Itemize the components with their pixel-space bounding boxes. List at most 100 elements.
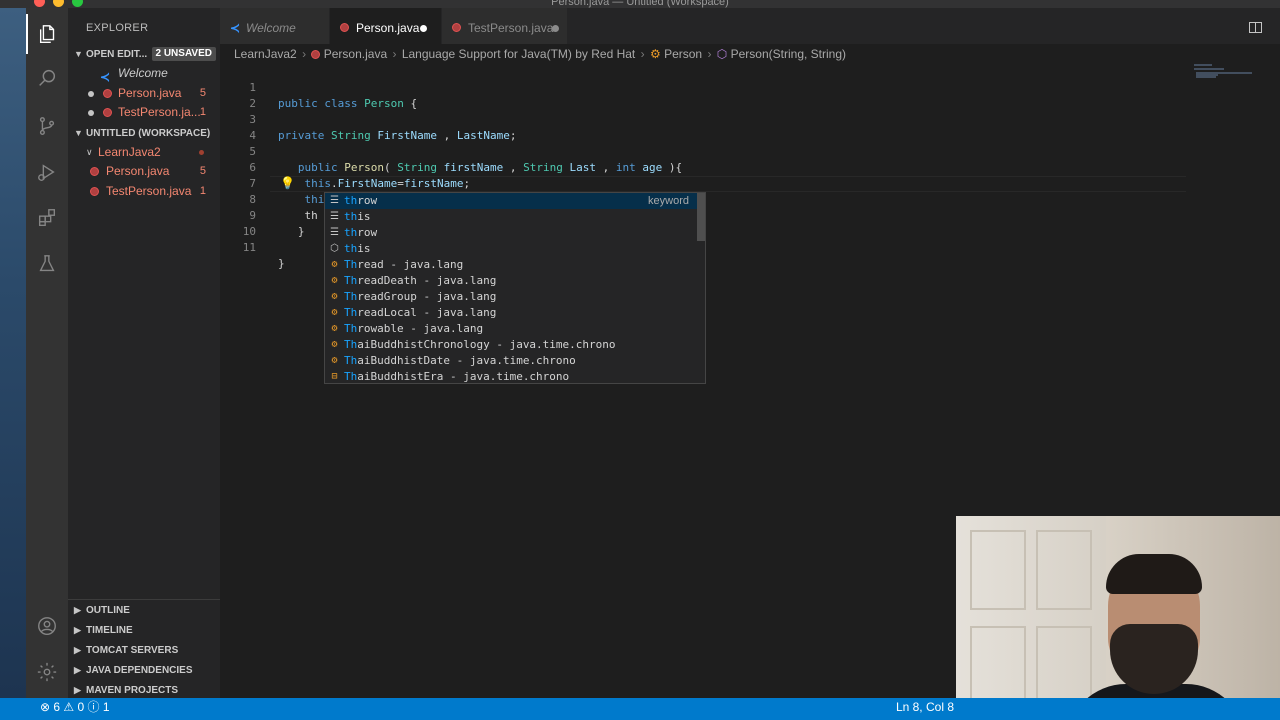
breadcrumb-item[interactable]: Person <box>664 47 702 61</box>
file-label: Person.java <box>106 164 170 178</box>
modified-dot-icon[interactable] <box>420 25 427 32</box>
code-line-8: 8 th <box>220 176 1180 222</box>
open-editor-label: Welcome <box>118 66 168 80</box>
open-editor-label: TestPerson.ja... <box>118 105 201 119</box>
desktop-background <box>0 8 26 698</box>
modified-dot-icon <box>88 90 94 97</box>
java-icon <box>90 167 99 176</box>
suggestion-label: this <box>344 210 371 223</box>
editor-tabs: ≺ Welcome Person.java TestPerson.java <box>220 8 1280 44</box>
open-editors-section[interactable]: ▼ OPEN EDIT... 2 UNSAVED <box>68 44 220 64</box>
suggestion-label: ThreadLocal - java.lang <box>344 306 497 319</box>
class-icon: ⚙ <box>331 259 338 270</box>
folder-learnjava2[interactable]: ∨ LearnJava2 <box>68 143 220 163</box>
unsaved-badge: 2 UNSAVED <box>151 47 216 61</box>
breadcrumb-item[interactable]: Person(String, String) <box>731 47 846 61</box>
class-icon: ⚙ <box>331 339 338 350</box>
chevron-right-icon: › <box>392 47 397 61</box>
suggestion-label: throw <box>344 226 378 239</box>
bottom-sections: ▶ OUTLINE ▶ TIMELINE ▶ TOMCAT SERVERS ▶ JAVA… <box>68 599 220 700</box>
account-icon[interactable] <box>26 606 68 646</box>
breadcrumb-item[interactable]: Language Support for Java(TM) by Red Hat <box>402 47 635 61</box>
settings-gear-icon[interactable] <box>26 652 68 692</box>
breadcrumb-item[interactable]: LearnJava2 <box>234 47 297 61</box>
folder-error-dot-icon <box>199 149 204 155</box>
suggestion-item[interactable]: ⚙ Thread - java.lang <box>325 257 697 273</box>
explorer-header: EXPLORER <box>86 22 149 34</box>
split-editor-icon[interactable] <box>1249 22 1262 33</box>
section-label: TOMCAT SERVERS <box>86 645 179 656</box>
testing-icon[interactable] <box>26 244 68 284</box>
tab-label: Welcome <box>246 21 296 35</box>
tab-person-java[interactable]: Person.java <box>330 8 442 44</box>
activity-bar <box>26 8 68 698</box>
explorer-icon[interactable] <box>26 14 68 54</box>
suggestion-item[interactable]: ⚙ ThreadDeath - java.lang <box>325 273 697 289</box>
suggestion-item[interactable]: ⚙ ThreadGroup - java.lang <box>325 289 697 305</box>
timeline-section[interactable]: ▶ TIMELINE <box>68 620 220 640</box>
code-line-3: 3 private String FirstName , LastName; <box>220 96 1180 142</box>
file-person[interactable]: Person.java 5 <box>68 162 220 182</box>
keyword-icon: ⬡ <box>330 243 339 254</box>
run-debug-icon[interactable] <box>26 152 68 192</box>
tomcat-servers-section[interactable]: ▶ TOMCAT SERVERS <box>68 640 220 660</box>
suggestion-scrollbar[interactable] <box>697 193 705 241</box>
window-title: Person.java — Untitled (Workspace) <box>551 0 729 8</box>
minimap[interactable] <box>1194 64 1280 104</box>
class-icon: ⚙ <box>331 355 338 366</box>
class-icon: ⚙ <box>331 323 338 334</box>
open-editor-testperson[interactable]: TestPerson.ja... 1 <box>68 103 220 123</box>
search-icon[interactable] <box>26 58 68 98</box>
chevron-right-icon: ▶ <box>74 605 81 615</box>
suggestion-item[interactable]: ⬡ this <box>325 241 697 257</box>
maven-projects-section[interactable]: ▶ MAVEN PROJECTS <box>68 680 220 700</box>
code-line-5: 5 public Person( String firstName , Stri… <box>220 128 1180 174</box>
folder-label: LearnJava2 <box>98 144 161 159</box>
code-line-7: 7 this.LastName = Last; <box>220 160 1180 206</box>
cursor-position[interactable]: Ln 8, Col 8 <box>896 699 954 715</box>
problem-count: 1 <box>199 106 206 118</box>
suggestion-label: Thread - java.lang <box>344 258 464 271</box>
lightbulb-icon[interactable]: 💡 <box>280 176 295 190</box>
extensions-icon[interactable] <box>26 198 68 238</box>
class-icon: ⚙ <box>331 291 338 302</box>
file-testperson[interactable]: TestPerson.java 1 <box>68 182 220 202</box>
java-icon <box>340 23 349 32</box>
suggestion-label: ThaiBuddhistEra - java.time.chrono <box>344 370 570 383</box>
line-number: 11 <box>242 241 256 254</box>
suggestion-item[interactable]: ☰ this <box>325 209 697 225</box>
suggestion-item[interactable]: ⊟ ThaiBuddhistEra - java.time.chrono <box>325 369 697 385</box>
suggestion-label: ThreadGroup - java.lang <box>344 290 497 303</box>
chevron-down-icon: ▼ <box>74 49 83 59</box>
suggestion-item[interactable]: ⚙ ThaiBuddhistDate - java.time.chrono <box>325 353 697 369</box>
explorer-sidebar: EXPLORER ▼ OPEN EDIT... 2 UNSAVED ≺ Welco… <box>68 8 220 698</box>
modified-dot-icon <box>88 110 94 116</box>
open-editor-welcome[interactable]: ≺ Welcome <box>68 64 220 84</box>
java-icon <box>90 186 99 196</box>
chevron-down-icon: ∨ <box>86 146 93 157</box>
suggestion-detail: keyword <box>648 195 689 207</box>
suggestion-item[interactable]: ☰ throw keyword <box>325 193 697 209</box>
chevron-right-icon: › <box>640 47 645 61</box>
problems-status[interactable]: ⊗ 6 ⚠ 0 ⓘ 1 <box>40 699 110 715</box>
tab-testperson-java[interactable]: TestPerson.java <box>442 8 568 44</box>
section-label: TIMELINE <box>86 625 133 636</box>
suggestion-item[interactable]: ⚙ ThaiBuddhistChronology - java.time.chro… <box>325 337 697 353</box>
workspace-section[interactable]: ▼ UNTITLED (WORKSPACE) <box>68 123 220 143</box>
vscode-icon: ≺ <box>230 21 241 35</box>
open-editor-person[interactable]: Person.java 5 <box>68 84 220 104</box>
section-label: OUTLINE <box>86 605 130 616</box>
suggestion-item[interactable]: ⚙ ThreadLocal - java.lang <box>325 305 697 321</box>
code-line-4: 4 <box>220 112 1180 142</box>
breadcrumb-item[interactable]: Person.java <box>324 47 387 61</box>
java-dependencies-section[interactable]: ▶ JAVA DEPENDENCIES <box>68 660 220 680</box>
source-control-icon[interactable] <box>26 106 68 146</box>
modified-dot-icon[interactable] <box>552 25 559 32</box>
autocomplete-popup[interactable]: ☰ throw keyword ☰ this ☰ throw ⬡ this ⚙ Thread - j… <box>324 192 706 384</box>
suggestion-item[interactable]: ⚙ Throwable - java.lang <box>325 321 697 337</box>
problem-count: 1 <box>199 184 206 197</box>
outline-section[interactable]: ▶ OUTLINE <box>68 600 220 620</box>
webcam-overlay <box>956 516 1280 720</box>
tab-welcome[interactable]: ≺ Welcome <box>220 8 330 44</box>
suggestion-item[interactable]: ☰ throw <box>325 225 697 241</box>
